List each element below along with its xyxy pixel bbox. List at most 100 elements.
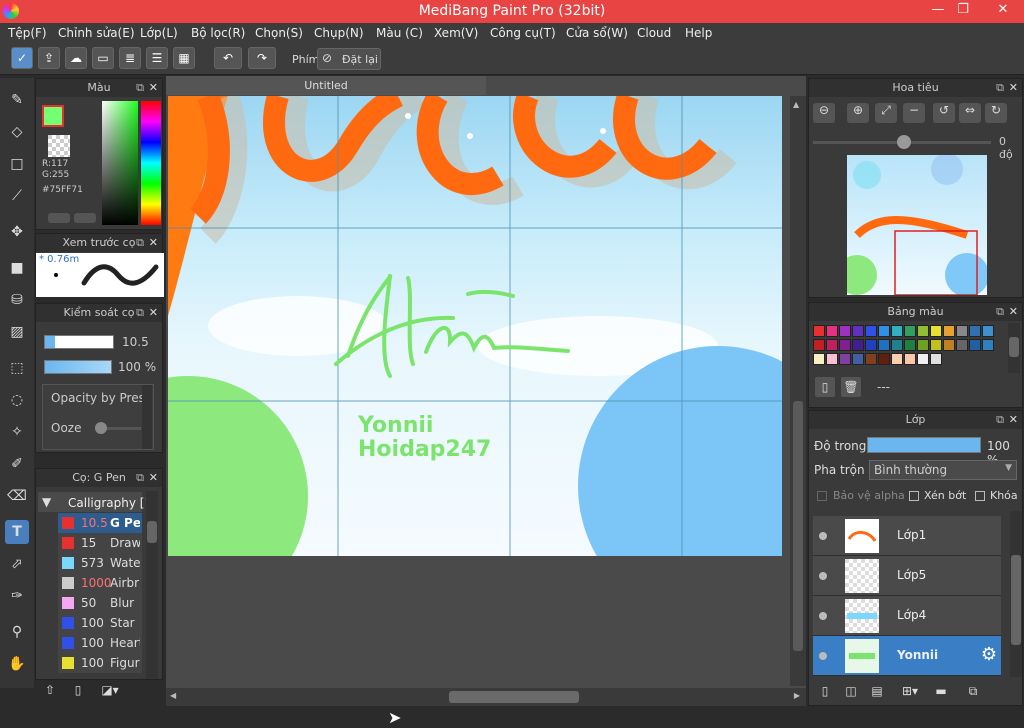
menu-snap[interactable]: Chụp(N) bbox=[314, 26, 364, 40]
palette-scrollbar[interactable] bbox=[1008, 323, 1020, 373]
brush-list-scrollbar[interactable] bbox=[146, 491, 158, 679]
scroll-up-icon[interactable]: ▲ bbox=[793, 100, 799, 109]
cloud-check-icon[interactable]: ✓ bbox=[11, 47, 33, 69]
cloud-brush-icon[interactable]: ⇧ bbox=[40, 680, 60, 700]
palette-swatch[interactable] bbox=[852, 339, 864, 351]
close-icon[interactable]: ✕ bbox=[149, 304, 158, 322]
eye-icon[interactable] bbox=[819, 572, 827, 580]
brush-size-slider[interactable] bbox=[44, 335, 114, 349]
layer-row[interactable]: Lớp5 bbox=[813, 556, 1001, 596]
zoom-out-icon[interactable]: ⊖ bbox=[813, 103, 835, 123]
eye-icon[interactable] bbox=[819, 612, 827, 620]
palette-swatch[interactable] bbox=[969, 325, 981, 337]
brush-item[interactable]: 15 Drawing bbox=[58, 533, 142, 553]
brush-tool-icon[interactable]: ✎ bbox=[5, 88, 29, 112]
palette-swatch[interactable] bbox=[839, 325, 851, 337]
chat-icon[interactable]: ☁ bbox=[65, 47, 87, 69]
palette-swatch[interactable] bbox=[826, 339, 838, 351]
minimize-button[interactable]: — bbox=[925, 2, 951, 20]
fill-rect-tool-icon[interactable]: ■ bbox=[5, 256, 29, 280]
menu-filter[interactable]: Bộ lọc(R) bbox=[191, 26, 245, 40]
vertical-scroll-thumb[interactable] bbox=[793, 401, 803, 651]
color-mode-button[interactable] bbox=[48, 213, 70, 223]
document-tab[interactable]: Untitled bbox=[166, 76, 486, 95]
eye-icon[interactable] bbox=[819, 652, 827, 660]
palette-swatch[interactable] bbox=[930, 339, 942, 351]
secondary-color-swatch[interactable] bbox=[48, 135, 70, 157]
zoom-in-icon[interactable]: ⊕ bbox=[847, 103, 869, 123]
rotate-right-icon[interactable]: ↻ bbox=[985, 103, 1007, 123]
float-icon[interactable]: ⧉ bbox=[136, 79, 144, 97]
scroll-right-icon[interactable]: ▶ bbox=[794, 691, 800, 700]
move-tool-icon[interactable]: ✥ bbox=[5, 220, 29, 244]
palette-swatch[interactable] bbox=[865, 353, 877, 365]
lock-checkbox[interactable] bbox=[975, 491, 985, 501]
palette-swatch[interactable] bbox=[826, 325, 838, 337]
eraser-tool-icon[interactable]: ◇ bbox=[5, 120, 29, 144]
bucket-tool-icon[interactable]: ⛁ bbox=[5, 288, 29, 312]
restore-button[interactable]: ❐ bbox=[950, 2, 976, 20]
color-swap-button[interactable] bbox=[74, 213, 96, 223]
opacity-by-pressure-option[interactable]: Opacity by Press bbox=[51, 391, 143, 405]
operation-tool-icon[interactable]: ⬀ bbox=[5, 552, 29, 576]
add-brush-icon[interactable]: ▯ bbox=[68, 680, 88, 700]
brush-item[interactable]: 100 Figure bbox=[58, 653, 142, 673]
palette-swatch[interactable] bbox=[969, 339, 981, 351]
palette-swatch[interactable] bbox=[917, 353, 929, 365]
palette-swatch[interactable] bbox=[982, 339, 994, 351]
close-icon[interactable]: ✕ bbox=[1009, 79, 1018, 97]
hue-slider[interactable] bbox=[141, 101, 161, 225]
navigator-thumbnail[interactable] bbox=[847, 155, 987, 295]
float-icon[interactable]: ⧉ bbox=[996, 79, 1004, 97]
palette-swatch[interactable] bbox=[917, 339, 929, 351]
add-layer-menu-icon[interactable]: ⊞▾ bbox=[895, 681, 925, 701]
palette-swatch[interactable] bbox=[852, 325, 864, 337]
flip-icon[interactable]: ⇔ bbox=[959, 103, 981, 123]
menu-window[interactable]: Cửa sổ(W) bbox=[566, 26, 628, 40]
delete-palette-icon[interactable]: 🗑 bbox=[841, 377, 861, 397]
eyedropper-tool-icon[interactable]: ⚲ bbox=[5, 620, 29, 644]
document-icon[interactable]: ≣ bbox=[119, 47, 141, 69]
options-scrollbar[interactable] bbox=[142, 385, 152, 449]
eye-icon[interactable] bbox=[819, 532, 827, 540]
menu-cloud[interactable]: Cloud bbox=[637, 26, 671, 40]
brush-menu-icon[interactable]: ◪▾ bbox=[96, 680, 124, 700]
magic-wand-tool-icon[interactable]: ✧ bbox=[5, 420, 29, 444]
rotation-slider[interactable] bbox=[813, 135, 991, 149]
palette-swatch[interactable] bbox=[891, 339, 903, 351]
rotate-left-icon[interactable]: ↺ bbox=[933, 103, 955, 123]
gear-icon[interactable]: ⚙ bbox=[981, 644, 997, 665]
palette-swatch[interactable] bbox=[839, 339, 851, 351]
lasso-tool-icon[interactable]: ◌ bbox=[5, 388, 29, 412]
menu-tools[interactable]: Công cụ(T) bbox=[490, 26, 556, 40]
brush-opacity-slider[interactable] bbox=[44, 360, 112, 374]
gradient-tool-icon[interactable]: ▨ bbox=[5, 320, 29, 344]
brush-item[interactable]: 100 Heart bbox=[58, 633, 142, 653]
canvas-horizontal-scrollbar[interactable]: ◀ ▶ bbox=[166, 688, 806, 706]
blend-mode-select[interactable]: Bình thường ▼ bbox=[869, 460, 1017, 480]
palette-swatch[interactable] bbox=[904, 325, 916, 337]
canvas-vertical-scrollbar[interactable]: ▲ bbox=[790, 96, 806, 686]
redo-icon[interactable]: ↷ bbox=[248, 47, 276, 69]
share-icon[interactable]: ⇪ bbox=[38, 47, 60, 69]
add-palette-icon[interactable]: ▯ bbox=[815, 377, 835, 397]
palette-swatch[interactable] bbox=[943, 325, 955, 337]
palette-swatch[interactable] bbox=[865, 339, 877, 351]
palette-swatch[interactable] bbox=[943, 339, 955, 351]
brush-item[interactable]: 573 Watercolor bbox=[58, 553, 142, 573]
zoom-minus-icon[interactable]: − bbox=[903, 103, 925, 123]
brush-item[interactable]: 50 Blur bbox=[58, 593, 142, 613]
brush-group-header[interactable]: ▼ Calligraphy [1 bbox=[38, 492, 152, 512]
saturation-value-picker[interactable] bbox=[102, 101, 138, 225]
menu-layer[interactable]: Lớp(L) bbox=[140, 26, 178, 40]
menu-select[interactable]: Chọn(S) bbox=[255, 26, 303, 40]
layer-opacity-slider[interactable] bbox=[867, 437, 981, 453]
hand-tool-icon[interactable]: ✋ bbox=[5, 652, 29, 676]
palette-swatch[interactable] bbox=[891, 353, 903, 365]
close-button[interactable]: ✕ bbox=[988, 2, 1018, 20]
rectangle-tool-icon[interactable]: □ bbox=[5, 152, 29, 176]
float-icon[interactable]: ⧉ bbox=[136, 469, 144, 487]
palette-swatch[interactable] bbox=[930, 325, 942, 337]
float-icon[interactable]: ⧉ bbox=[996, 303, 1004, 321]
palette-swatch[interactable] bbox=[956, 339, 968, 351]
